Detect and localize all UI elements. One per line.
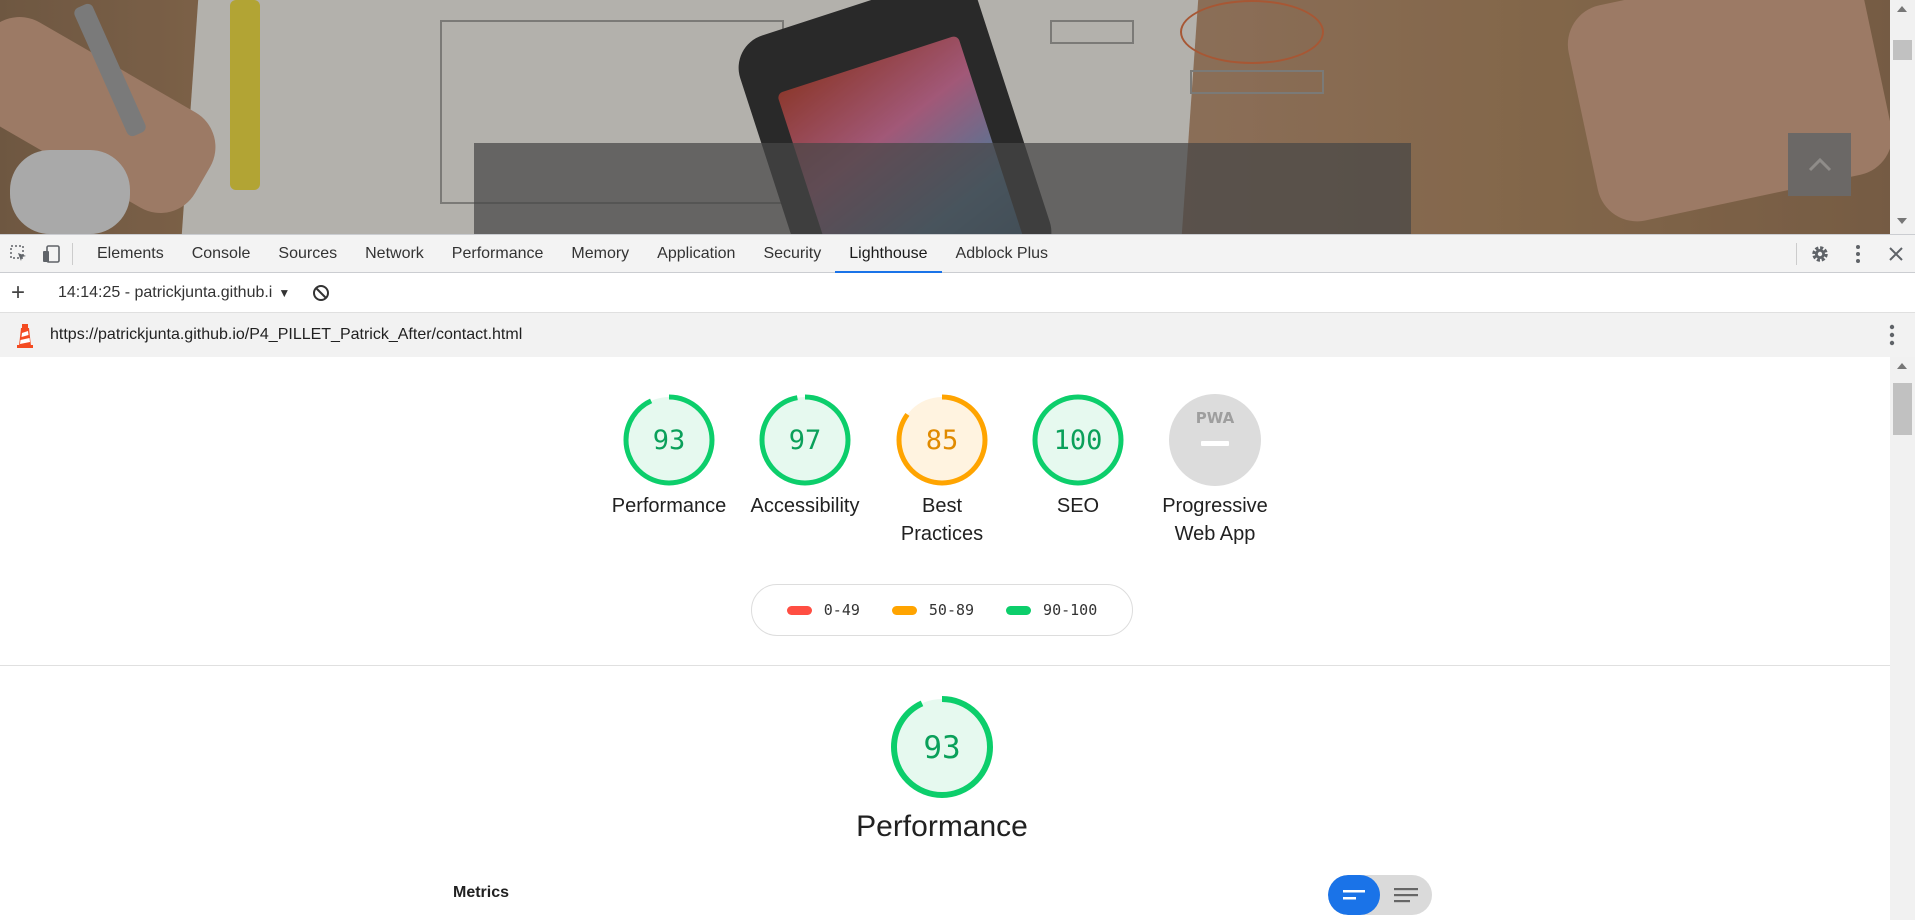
gauge-ring: 93 [623,394,715,486]
scroll-up-arrow-icon[interactable] [1897,6,1907,12]
performance-section-title: Performance [856,810,1028,843]
tab-security[interactable]: Security [749,235,835,273]
tab-network[interactable]: Network [351,235,438,273]
metrics-view-toggle[interactable] [1328,875,1432,915]
tab-sources[interactable]: Sources [264,235,351,273]
tab-performance[interactable]: Performance [438,235,558,273]
gauge-seo[interactable]: 100 SEO [1003,394,1153,520]
legend-item-fail: 0-49 [786,601,860,619]
gauge-score: 100 [1054,425,1103,456]
gauge-label: Performance [611,495,727,517]
gauge-ring: 100 [1032,394,1124,486]
page-preview [0,0,1890,234]
preview-scrollbar[interactable] [1890,0,1915,234]
pwa-dash-icon [1201,441,1229,446]
performance-gauge-large: 93 [867,695,1017,804]
compact-view-button[interactable] [1328,875,1380,915]
lighthouse-report: 93 Performance 97 Accessibility 85 Best P… [0,357,1890,920]
expanded-lines-icon [1394,888,1418,903]
inspect-element-icon[interactable] [6,241,32,267]
report-select-label: 14:14:25 - patrickjunta.github.i [58,283,273,301]
legend-swatch [891,605,917,615]
category-gauges: 93 Performance 97 Accessibility 85 Best P… [0,357,1890,557]
gauge-ring: 85 [896,394,988,486]
tab-lighthouse[interactable]: Lighthouse [835,235,942,273]
legend-item-pass: 90-100 [1006,601,1097,619]
section-divider [0,665,1890,666]
gauge-accessibility[interactable]: 97 Accessibility [730,394,880,520]
pwa-badge-text: PWA [1196,409,1235,427]
scroll-down-arrow-icon[interactable] [1897,218,1907,224]
chevron-up-icon [1808,157,1831,171]
gauge-score: 93 [653,425,686,456]
gauge-ring: 97 [759,394,851,486]
pwa-badge: PWA [1169,394,1261,486]
caret-down-icon: ▼ [278,285,291,300]
gauge-score: 97 [789,425,822,456]
legend-range: 50-89 [928,601,975,619]
gauge-best-practices[interactable]: 85 Best Practices [867,394,1017,548]
device-toolbar-icon[interactable] [38,241,64,267]
legend-swatch [1006,605,1032,615]
close-devtools-icon[interactable] [1877,235,1915,273]
tab-elements[interactable]: Elements [83,235,178,273]
gauge-label: Progressive Web App [1162,495,1268,545]
report-scrollbar[interactable] [1890,357,1915,920]
report-url-link[interactable]: https://patrickjunta.github.io/P4_PILLET… [50,326,522,344]
scrollbar-thumb[interactable] [1893,40,1912,60]
tab-application[interactable]: Application [643,235,749,273]
compact-lines-icon [1343,890,1365,900]
expanded-view-button[interactable] [1380,875,1432,915]
gauge-ring: 93 [891,696,993,798]
report-select-dropdown[interactable]: 14:14:25 - patrickjunta.github.i ▼ [58,284,290,302]
score-legend: 0-49 50-89 90-100 [751,584,1133,636]
scrollbar-thumb[interactable] [1893,383,1912,435]
report-url-bar: https://patrickjunta.github.io/P4_PILLET… [0,313,1915,357]
tab-memory[interactable]: Memory [557,235,643,273]
gauge-score: 85 [926,425,959,456]
legend-range: 0-49 [823,601,860,619]
gauge-label: Best Practices [900,495,984,545]
new-report-plus-icon[interactable]: + [0,279,36,307]
report-menu-icon[interactable] [1889,324,1895,351]
legend-item-average: 50-89 [891,601,975,619]
metrics-heading: Metrics [453,884,510,901]
hero-overlay-box [474,143,1411,234]
tab-console[interactable]: Console [178,235,265,273]
legend-range: 90-100 [1043,601,1098,619]
devtools-tab-bar: Elements Console Sources Network Perform… [0,234,1915,273]
lighthouse-logo-icon [0,322,50,348]
gauge-pwa[interactable]: PWA Progressive Web App [1140,394,1290,548]
legend-swatch [786,605,812,615]
gauge-performance[interactable]: 93 Performance [594,394,744,520]
settings-gear-icon[interactable] [1801,235,1839,273]
lighthouse-toolbar: + 14:14:25 - patrickjunta.github.i ▼ [0,273,1915,313]
gauge-label: SEO [1056,495,1100,517]
gauge-score: 93 [923,730,960,766]
gauge-label: Accessibility [750,495,860,517]
tab-adblock-plus[interactable]: Adblock Plus [942,235,1063,273]
scroll-up-arrow-icon[interactable] [1897,363,1907,369]
back-to-top-button[interactable] [1788,133,1851,196]
clear-reports-icon[interactable] [312,284,330,302]
more-options-icon[interactable] [1839,235,1877,273]
